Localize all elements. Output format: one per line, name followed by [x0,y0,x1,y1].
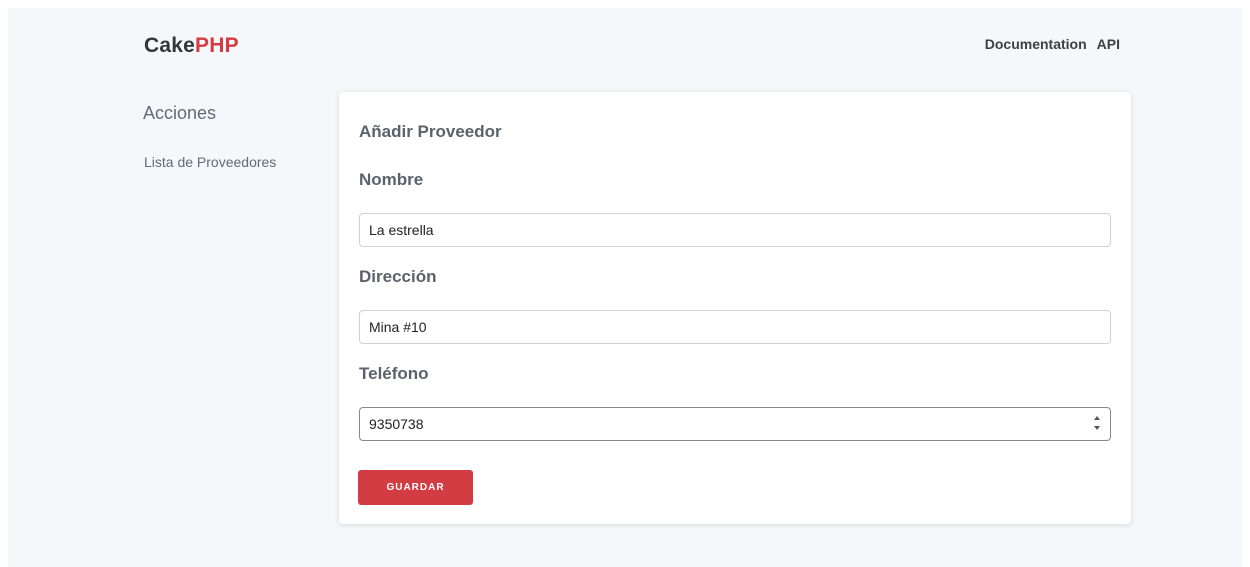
direccion-input[interactable] [359,310,1111,344]
brand-php-text: PHP [195,34,239,57]
brand-logo[interactable]: CakePHP [144,34,239,58]
guardar-button[interactable]: GUARDAR [358,470,473,505]
direccion-label: Dirección [359,267,437,286]
sidebar-link-lista-proveedores[interactable]: Lista de Proveedores [144,154,276,170]
form-legend: Añadir Proveedor [359,122,502,141]
spinner-up-icon[interactable] [1094,416,1100,420]
telefono-field [359,407,1111,441]
sidebar-heading: Acciones [143,103,217,123]
nombre-input[interactable] [359,213,1111,247]
brand-cake-text: Cake [144,34,196,57]
nav-documentation-link[interactable]: Documentation [985,36,1087,52]
nombre-label: Nombre [359,170,424,189]
top-navigation: Documentation API [985,36,1120,52]
spinner-down-icon[interactable] [1094,426,1100,430]
page-background: CakePHP Documentation API Acciones Lista… [8,8,1242,567]
number-spinner-icon[interactable] [1093,416,1101,430]
telefono-label: Teléfono [359,364,429,383]
nav-api-link[interactable]: API [1097,36,1120,52]
telefono-input[interactable] [359,407,1111,441]
form-card: Añadir Proveedor Nombre Dirección Teléfo… [339,92,1131,524]
